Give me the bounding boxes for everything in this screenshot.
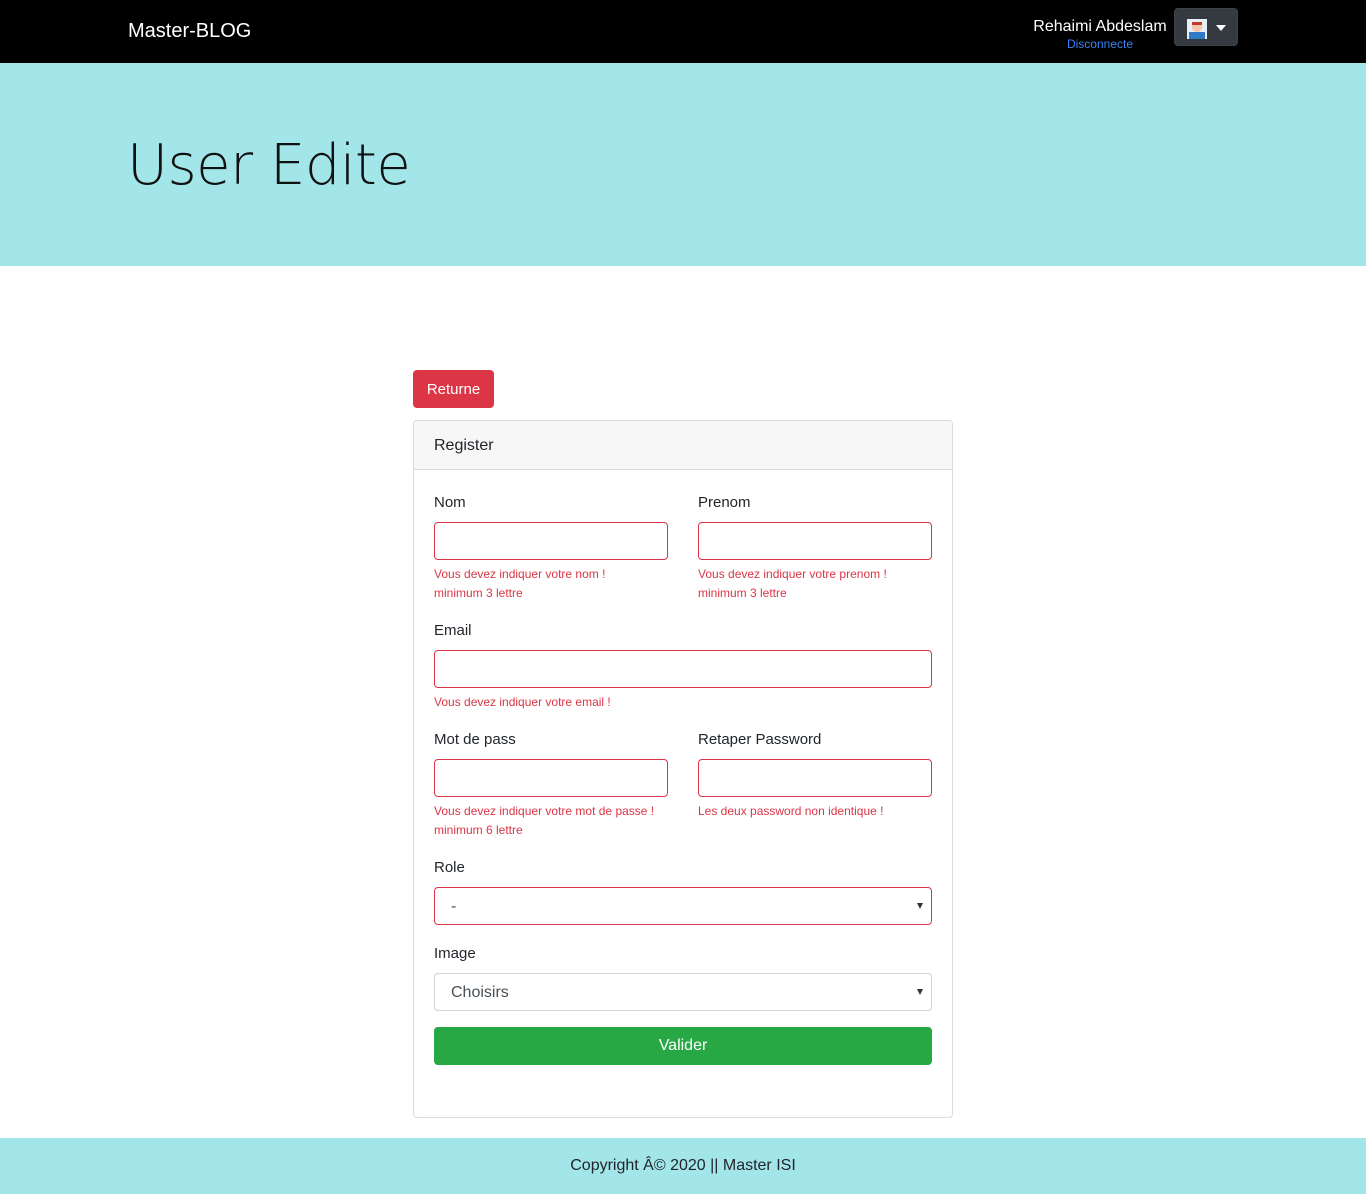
retype-password-error: Les deux password non identique !	[698, 802, 883, 821]
brand-link[interactable]: Master-BLOG	[128, 20, 251, 43]
page-title: User Edite	[127, 133, 411, 198]
image-select[interactable]: Choisirs	[434, 973, 932, 1011]
nom-error-line1: Vous devez indiquer votre nom !	[434, 567, 606, 581]
email-label: Email	[434, 622, 472, 639]
card-title: Register	[414, 421, 952, 470]
nom-error: Vous devez indiquer votre nom ! minimum …	[434, 565, 605, 603]
logout-link[interactable]: Disconnecte	[1026, 37, 1174, 51]
email-error-line1: Vous devez indiquer votre email !	[434, 695, 611, 709]
role-selected-value: -	[451, 898, 457, 915]
user-info: Rehaimi Abdeslam Disconnecte	[1026, 17, 1174, 51]
password-error: Vous devez indiquer votre mot de passe !…	[434, 802, 654, 840]
prenom-error-line1: Vous devez indiquer votre prenom !	[698, 567, 887, 581]
image-selected-value: Choisirs	[451, 984, 509, 1001]
prenom-error-line2: minimum 3 lettre	[698, 586, 787, 600]
retype-password-label: Retaper Password	[698, 731, 822, 748]
navbar: Master-BLOG Rehaimi Abdeslam Disconnecte	[0, 0, 1366, 63]
footer: Copyright Â© 2020 || Master ISI	[0, 1138, 1366, 1194]
user-name: Rehaimi Abdeslam	[1033, 18, 1167, 35]
chevron-down-icon	[1216, 25, 1226, 31]
retype-password-error-line1: Les deux password non identique !	[698, 804, 884, 818]
prenom-error: Vous devez indiquer votre prenom ! minim…	[698, 565, 887, 603]
email-error: Vous devez indiquer votre email !	[434, 693, 611, 712]
user-menu-button[interactable]	[1174, 8, 1238, 46]
avatar-icon	[1187, 19, 1207, 39]
nom-label: Nom	[434, 494, 466, 511]
footer-copyright: Copyright Â© 2020 || Master ISI	[570, 1157, 796, 1174]
nom-error-line2: minimum 3 lettre	[434, 586, 523, 600]
retype-password-input[interactable]	[698, 759, 932, 797]
email-input[interactable]	[434, 650, 932, 688]
role-select[interactable]: -	[434, 887, 932, 925]
page-header: User Edite	[0, 63, 1366, 266]
password-error-line1: Vous devez indiquer votre mot de passe !	[434, 804, 655, 818]
role-label: Role	[434, 859, 465, 876]
prenom-label: Prenom	[698, 494, 751, 511]
image-label: Image	[434, 945, 476, 962]
password-input[interactable]	[434, 759, 668, 797]
password-error-line2: minimum 6 lettre	[434, 823, 523, 837]
submit-button[interactable]: Valider	[434, 1027, 932, 1065]
prenom-input[interactable]	[698, 522, 932, 560]
return-button[interactable]: Returne	[413, 370, 494, 408]
password-label: Mot de pass	[434, 731, 516, 748]
dropdown-arrow-icon	[917, 903, 923, 909]
register-card: Register Nom Vous devez indiquer votre n…	[413, 420, 953, 1118]
dropdown-arrow-icon	[917, 989, 923, 995]
nom-input[interactable]	[434, 522, 668, 560]
